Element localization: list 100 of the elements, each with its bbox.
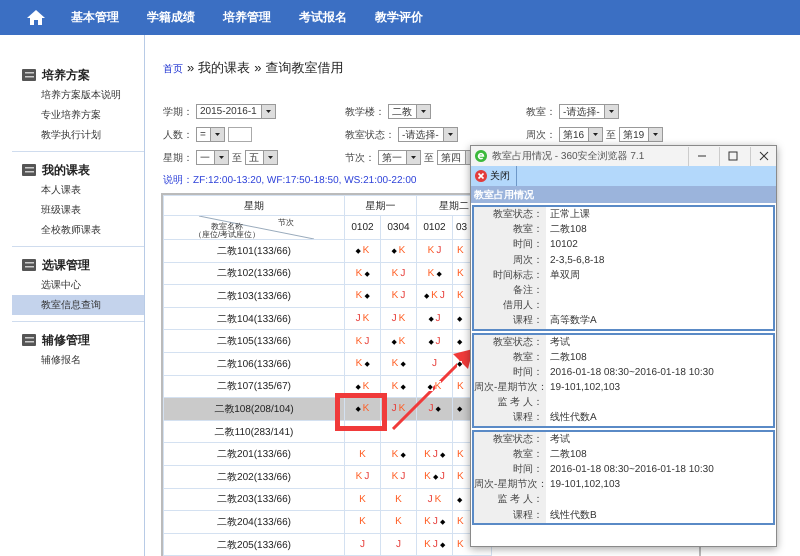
dropdown[interactable]: 第19 bbox=[619, 127, 664, 142]
field-value: 线性代数B bbox=[550, 510, 597, 521]
breadcrumb-separator: » bbox=[187, 60, 194, 75]
field-label: 监 考 人： bbox=[474, 492, 546, 508]
field-label: 课程： bbox=[474, 410, 546, 426]
field-label: 周次-星期节次： bbox=[474, 477, 546, 492]
dropdown[interactable]: 五 bbox=[245, 150, 278, 165]
table-cell[interactable]: J bbox=[344, 533, 380, 556]
caret-icon bbox=[416, 105, 430, 118]
field-value: 2-3,5-6,8-18 bbox=[550, 254, 604, 266]
breadcrumb-item: 查询教室借用 bbox=[265, 59, 344, 77]
column-header: 星期一 bbox=[344, 196, 416, 216]
table-cell[interactable]: J bbox=[416, 352, 452, 376]
breadcrumb-item: 我的课表 bbox=[198, 59, 250, 77]
field-value: 线性代数A bbox=[550, 412, 597, 424]
filter-label: 教室： bbox=[526, 106, 556, 118]
caret-icon bbox=[406, 151, 420, 164]
table-cell: 二教204(133/66) bbox=[164, 510, 344, 534]
filter-label: 周次： bbox=[526, 128, 556, 142]
time-note: 说明：ZF:12:00-13:20, WF:17:50-18:50, WS:21:00-22:00 bbox=[163, 174, 416, 187]
sidebar-item[interactable]: 教学执行计划 bbox=[12, 125, 144, 145]
field-label: 周次-星期节次： bbox=[474, 380, 546, 396]
field-value: 10102 bbox=[550, 239, 578, 250]
home-link[interactable]: 首页 bbox=[163, 62, 183, 76]
dropdown[interactable]: = bbox=[196, 127, 225, 142]
nav-link[interactable]: 基本管理 bbox=[57, 9, 133, 26]
table-cell[interactable]: K J bbox=[344, 465, 380, 488]
field-label: 时间： bbox=[474, 462, 546, 478]
table-cell: 二教202(133/66) bbox=[164, 465, 344, 488]
dropdown[interactable]: 二教 bbox=[388, 104, 431, 119]
table-cell: 二教101(133/66) bbox=[164, 240, 344, 262]
field-label: 教室： bbox=[474, 446, 546, 462]
field-value: 19-101,102,103 bbox=[550, 479, 620, 490]
field-value: 单双周 bbox=[550, 270, 580, 281]
dropdown[interactable]: 第16 bbox=[559, 127, 604, 142]
caret-icon bbox=[210, 128, 224, 141]
sidebar-item[interactable]: 专业培养方案 bbox=[12, 105, 144, 125]
table-cell: 二教205(133/66) bbox=[164, 533, 344, 556]
table-cell: 二教106(133/66) bbox=[164, 352, 344, 376]
browser-icon bbox=[475, 150, 487, 162]
sidebar-item[interactable]: 全校教师课表 bbox=[12, 220, 144, 240]
field-value: 考试 bbox=[550, 336, 570, 348]
filter-label: 星期： bbox=[163, 152, 193, 164]
filter-label: 节次： bbox=[345, 152, 375, 164]
header-label: 节次 bbox=[278, 217, 294, 228]
field-value: 2016-01-18 08:30~2016-01-18 10:30 bbox=[550, 464, 714, 475]
field-label: 借用人： bbox=[474, 298, 546, 314]
table-cell[interactable]: K J bbox=[380, 465, 416, 488]
dropdown[interactable]: -请选择- bbox=[559, 104, 619, 119]
field-value: 高等数学A bbox=[550, 315, 597, 326]
nav-link[interactable]: 培养管理 bbox=[209, 9, 285, 26]
dropdown[interactable]: -请选择- bbox=[398, 127, 458, 142]
field-label: 备注： bbox=[474, 282, 546, 298]
sidebar-item[interactable]: 本人课表 bbox=[12, 180, 144, 200]
range-label: 至 bbox=[606, 128, 616, 142]
sidebar-item[interactable]: 培养方案版本说明 bbox=[12, 85, 144, 105]
filter-label: 教学楼： bbox=[345, 106, 385, 118]
field-label: 教室： bbox=[474, 350, 546, 365]
field-label: 时间标志： bbox=[474, 268, 546, 283]
book-icon bbox=[22, 69, 36, 81]
nav-link[interactable]: 教学评价 bbox=[361, 9, 437, 26]
dropdown[interactable]: 2015-2016-1 bbox=[196, 104, 276, 119]
minimize-icon bbox=[698, 155, 706, 157]
book-icon bbox=[22, 164, 36, 176]
table-cell[interactable]: K J bbox=[380, 284, 416, 308]
nav-link[interactable]: 考试报名 bbox=[285, 9, 361, 26]
sidebar-group-title: 培养方案 bbox=[42, 66, 90, 84]
caret-icon bbox=[442, 128, 457, 141]
section-heading: 教室占用情况 bbox=[471, 186, 776, 203]
field-label: 教室状态： bbox=[474, 334, 546, 350]
close-icon bbox=[475, 170, 487, 182]
book-icon bbox=[22, 334, 36, 346]
range-label: 至 bbox=[424, 152, 434, 164]
table-cell[interactable]: K J bbox=[344, 330, 380, 352]
table-cell[interactable]: J bbox=[380, 533, 416, 556]
sidebar-item[interactable]: 班级课表 bbox=[12, 200, 144, 220]
sidebar-group-title: 我的课表 bbox=[42, 162, 90, 178]
table-cell[interactable]: K J bbox=[416, 240, 452, 262]
home-icon[interactable] bbox=[27, 10, 45, 25]
caret-icon bbox=[648, 128, 662, 141]
filter-label: 教室状态： bbox=[345, 128, 395, 142]
caret-icon bbox=[604, 105, 618, 118]
caret-icon bbox=[214, 151, 228, 164]
field-label: 教室状态： bbox=[474, 207, 546, 222]
dropdown[interactable]: 第一 bbox=[378, 150, 421, 165]
filter-label: 学期： bbox=[163, 106, 193, 118]
field-label: 时间： bbox=[474, 364, 546, 380]
input-field[interactable] bbox=[228, 127, 252, 142]
sidebar-item[interactable]: 选课中心 bbox=[12, 275, 144, 295]
table-cell: 二教105(133/66) bbox=[164, 330, 344, 352]
sidebar-item[interactable]: 教室信息查询 bbox=[12, 295, 144, 315]
table-cell: 二教103(133/66) bbox=[164, 284, 344, 308]
field-label: 教室状态： bbox=[474, 432, 546, 447]
dropdown[interactable]: 一 bbox=[196, 150, 229, 165]
caret-icon bbox=[263, 151, 277, 164]
nav-link[interactable]: 学籍成绩 bbox=[133, 9, 209, 26]
caret-icon bbox=[588, 128, 602, 141]
field-label: 教室： bbox=[474, 222, 546, 238]
sidebar-item[interactable]: 辅修报名 bbox=[12, 350, 144, 370]
highlight-frame bbox=[335, 393, 387, 431]
